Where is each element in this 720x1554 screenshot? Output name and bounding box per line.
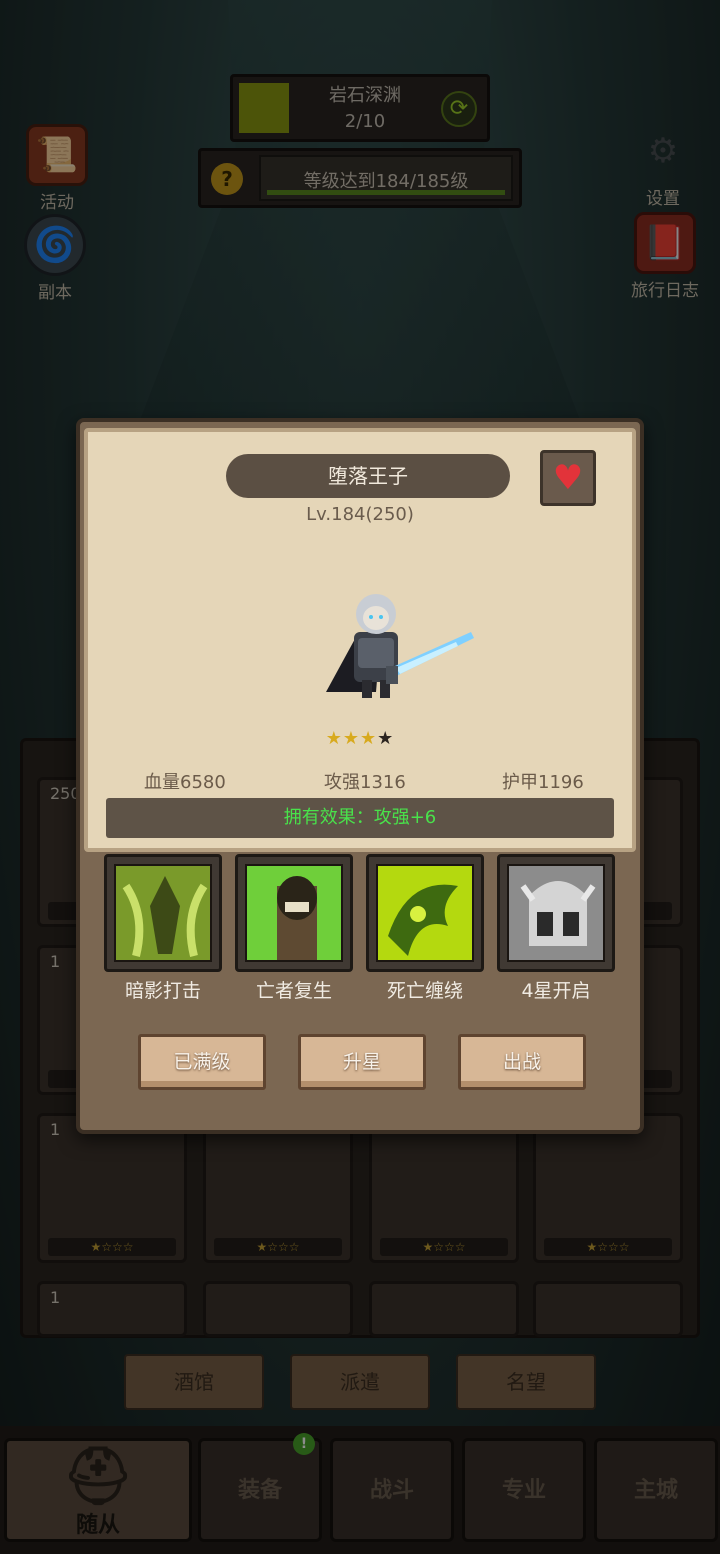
owned-effect: 拥有效果：攻强+6 [106,798,614,838]
skill-death-coil[interactable]: 死亡缠绕 [366,854,484,1003]
hero-name: 堕落王子 [226,454,510,498]
heart-icon[interactable]: ♥ [540,450,596,506]
hero-portrait [326,594,474,698]
skill-label: 4星开启 [521,980,591,1002]
hero-detail-modal: 堕落王子 ♥ Lv.184(250) ★★★★ 血量6580 攻强1316 护甲… [76,418,644,1134]
stat-hp: 血量6580 [144,772,226,793]
skill-undead-revive[interactable]: 亡者复生 [235,854,353,1003]
skill-label: 暗影打击 [124,980,201,1002]
hero-card: 堕落王子 ♥ Lv.184(250) ★★★★ 血量6580 攻强1316 护甲… [84,428,636,852]
skill-icon [114,864,212,962]
stat-armor: 护甲1196 [502,772,584,793]
maxed-button[interactable]: 已满级 [138,1034,266,1090]
skill-locked[interactable]: 4星开启 [497,854,615,1003]
skill-label: 死亡缠绕 [386,980,463,1002]
star-up-button[interactable]: 升星 [298,1034,426,1090]
skill-icon [245,864,343,962]
deploy-button[interactable]: 出战 [458,1034,586,1090]
stat-attack: 攻强1316 [324,772,406,793]
hero-stats: 血量6580 攻强1316 护甲1196 [88,768,632,794]
star-icon: ★ [342,728,360,749]
skill-icon [376,864,474,962]
skill-label: 亡者复生 [255,980,332,1002]
helmet-icon [507,864,605,962]
star-icon: ★ [325,728,343,749]
star-icon: ★ [360,728,378,749]
hero-star-rating: ★★★★ [88,728,632,749]
star-empty-icon: ★ [377,728,395,749]
hero-level: Lv.184(250) [306,504,414,525]
skill-shadow-strike[interactable]: 暗影打击 [104,854,222,1003]
